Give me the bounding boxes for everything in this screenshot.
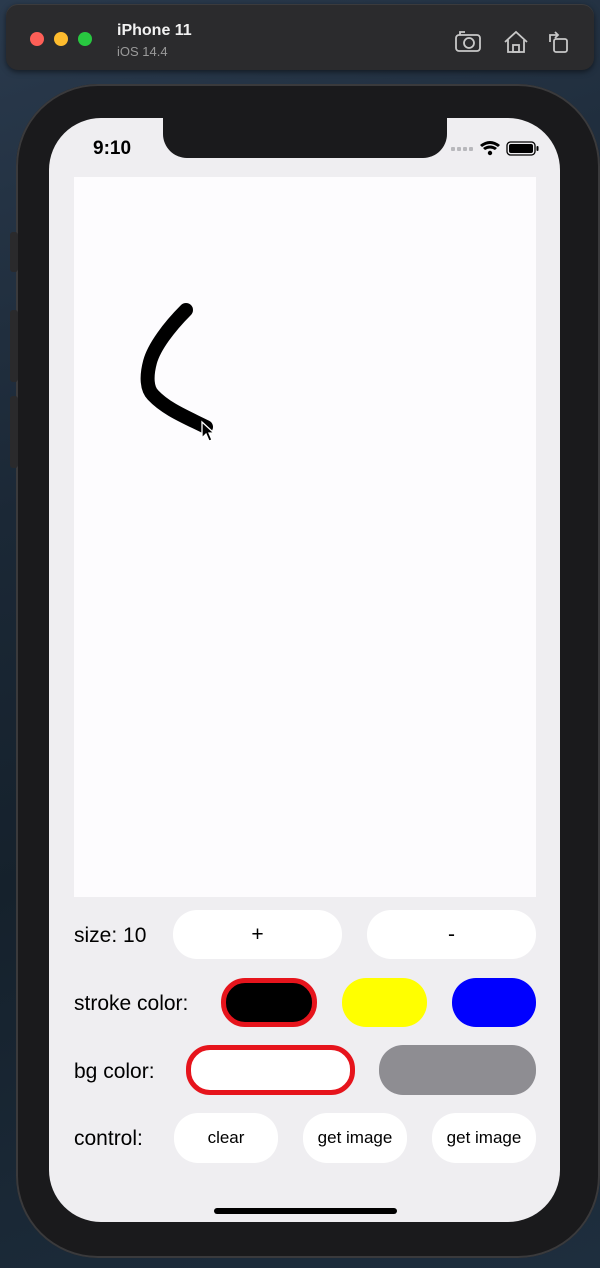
drawing-canvas[interactable]: [74, 177, 536, 897]
status-icons: [451, 138, 543, 158]
battery-icon: [506, 141, 539, 156]
stroke-color-blue-button[interactable]: [452, 978, 536, 1027]
notch: [163, 118, 447, 158]
device-name: iPhone 11: [117, 22, 192, 39]
zoom-window-button[interactable]: [78, 32, 92, 46]
get-image-button-2[interactable]: get image: [432, 1113, 536, 1163]
stroke-color-black-button[interactable]: [221, 978, 317, 1027]
clear-button[interactable]: clear: [174, 1113, 278, 1163]
bg-color-white-button[interactable]: [186, 1045, 355, 1095]
home-indicator: [214, 1208, 397, 1214]
decrease-size-button[interactable]: -: [367, 910, 536, 959]
volume-down-button: [10, 396, 18, 468]
device-os-version: iOS 14.4: [117, 44, 168, 59]
size-label: size: 10: [74, 924, 147, 947]
status-time: 9:10: [93, 138, 132, 159]
home-icon[interactable]: [502, 30, 530, 54]
get-image-button[interactable]: get image: [303, 1113, 407, 1163]
device-screen: 9:10 size: 10 + - stroke color: bg color…: [49, 118, 560, 1222]
increase-size-button[interactable]: +: [173, 910, 342, 959]
rotate-icon[interactable]: [546, 30, 574, 54]
volume-up-button: [10, 310, 18, 382]
bg-color-gray-button[interactable]: [379, 1045, 536, 1095]
silent-switch: [10, 232, 18, 272]
close-window-button[interactable]: [30, 32, 44, 46]
stroke-color-label: stroke color:: [74, 992, 189, 1015]
control-label: control:: [74, 1127, 143, 1150]
wifi-icon: [480, 141, 500, 156]
screenshot-icon[interactable]: [454, 30, 482, 54]
minimize-window-button[interactable]: [54, 32, 68, 46]
bg-color-label: bg color:: [74, 1060, 155, 1083]
stroke-color-yellow-button[interactable]: [342, 978, 427, 1027]
signal-dots-icon: [451, 147, 473, 151]
drawn-stroke: [140, 303, 213, 434]
simulator-title-bar: iPhone 11 iOS 14.4: [6, 4, 594, 70]
